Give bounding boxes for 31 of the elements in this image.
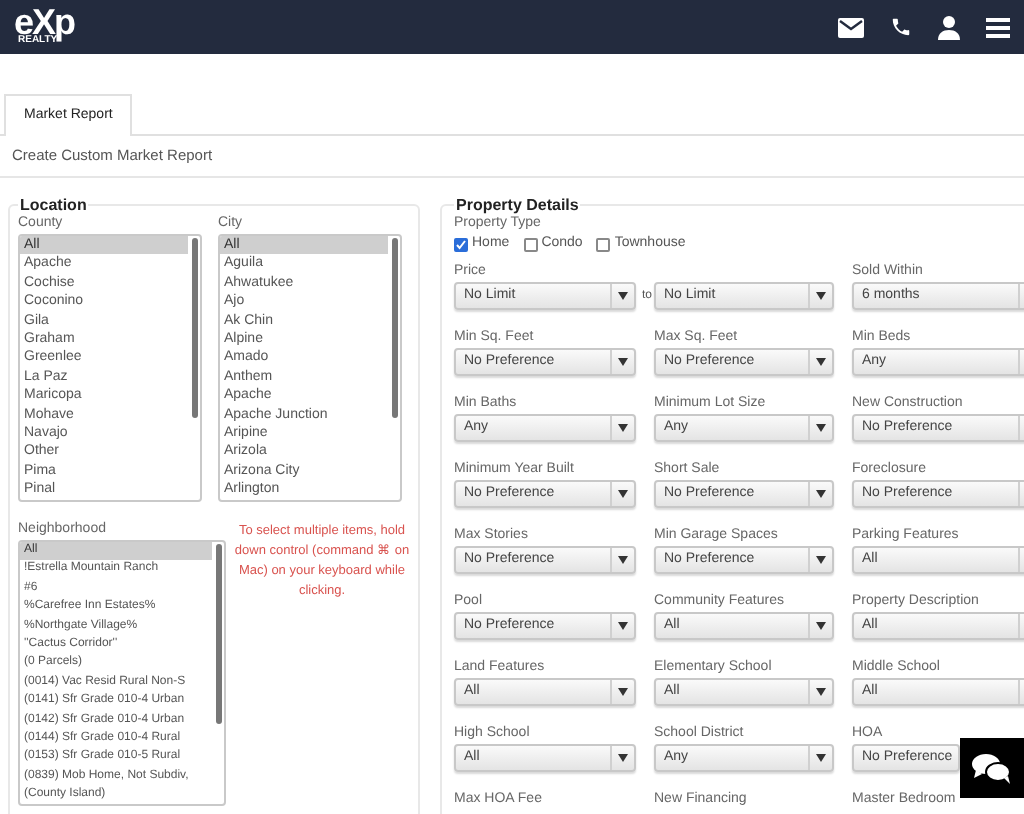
menu-icon[interactable] xyxy=(986,17,1010,37)
phone-icon[interactable] xyxy=(890,16,912,38)
list-box[interactable] xyxy=(18,540,226,806)
mail-icon[interactable] xyxy=(838,17,864,37)
caret-icon xyxy=(808,548,832,572)
checkbox[interactable] xyxy=(596,238,611,252)
caret-icon xyxy=(808,482,832,506)
scrollbar-thumb[interactable] xyxy=(392,238,398,418)
user-icon[interactable] xyxy=(938,15,960,39)
caret-icon xyxy=(610,350,634,374)
chat-icon xyxy=(972,752,1012,784)
scrollbar-thumb[interactable] xyxy=(192,238,198,418)
caret-icon xyxy=(610,284,634,308)
caret-icon xyxy=(610,548,634,572)
caret-icon xyxy=(808,680,832,704)
caret-icon xyxy=(808,350,832,374)
caret-icon xyxy=(808,746,832,770)
checkbox[interactable] xyxy=(523,238,538,252)
caret-icon xyxy=(610,482,634,506)
caret-icon xyxy=(610,614,634,638)
scrollbar-thumb[interactable] xyxy=(216,544,222,724)
caret-icon xyxy=(808,284,832,308)
section-legend: Location xyxy=(18,196,89,214)
caret-icon xyxy=(808,614,832,638)
chat-button[interactable] xyxy=(960,738,1024,798)
caret-icon xyxy=(610,746,634,770)
section-legend: Property Details xyxy=(454,196,581,214)
caret-icon xyxy=(610,416,634,440)
caret-icon xyxy=(610,680,634,704)
checkbox[interactable] xyxy=(454,238,468,252)
caret-icon xyxy=(808,416,832,440)
